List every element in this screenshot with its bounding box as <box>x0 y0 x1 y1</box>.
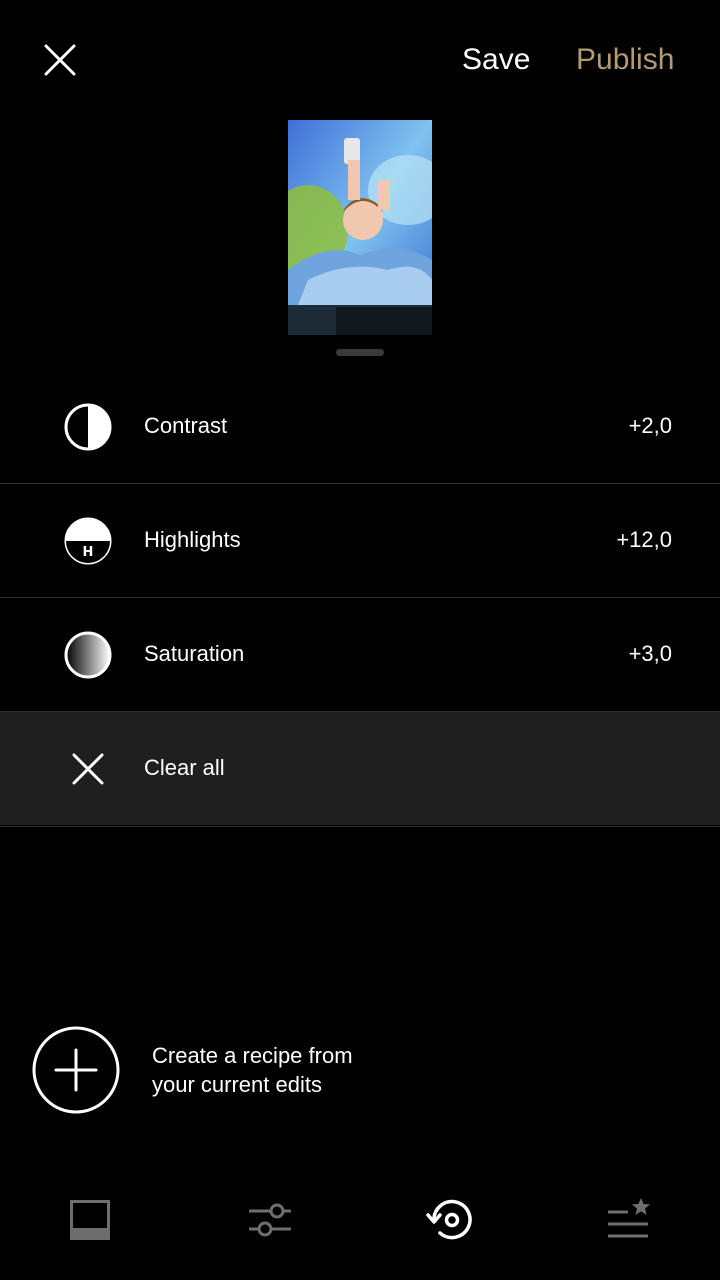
history-icon <box>426 1199 472 1240</box>
nav-presets[interactable] <box>65 1195 115 1245</box>
edit-row-highlights[interactable]: H Highlights +12,0 <box>0 484 720 597</box>
sliders-icon <box>249 1203 291 1237</box>
divider <box>0 826 720 827</box>
svg-text:H: H <box>83 545 94 560</box>
create-recipe-text[interactable]: Create a recipe from your current edits <box>152 1041 452 1099</box>
edit-row-saturation[interactable]: Saturation +3,0 <box>0 598 720 711</box>
edit-value: +12,0 <box>616 527 672 552</box>
nav-tools[interactable] <box>245 1195 295 1245</box>
save-button[interactable]: Save <box>462 40 530 80</box>
recipes-list-icon <box>608 1198 650 1238</box>
edit-label: Saturation <box>144 641 245 666</box>
preset-square-icon <box>70 1200 110 1240</box>
edit-label: Contrast <box>144 413 228 438</box>
photo-preview[interactable] <box>288 120 432 335</box>
nav-recipes[interactable] <box>604 1195 654 1245</box>
edit-row-contrast[interactable]: Contrast +2,0 <box>0 370 720 483</box>
plus-icon <box>32 1026 120 1114</box>
clear-all-button[interactable]: Clear all <box>0 712 720 825</box>
clear-all-label: Clear all <box>144 755 225 780</box>
edit-value: +2,0 <box>628 413 672 438</box>
recipe-line-2: your current edits <box>152 1072 322 1097</box>
publish-button[interactable]: Publish <box>576 40 674 80</box>
contrast-icon <box>64 403 112 451</box>
close-button[interactable] <box>36 36 84 84</box>
create-recipe-button[interactable] <box>32 1026 120 1114</box>
edit-value: +3,0 <box>628 641 672 666</box>
drag-handle[interactable] <box>336 349 384 356</box>
saturation-icon <box>64 631 112 679</box>
close-icon <box>72 753 104 785</box>
highlights-icon: H <box>64 517 112 565</box>
edit-label: Highlights <box>144 527 241 552</box>
recipe-line-1: Create a recipe from <box>152 1043 353 1068</box>
close-icon <box>44 44 76 76</box>
nav-history[interactable] <box>426 1195 476 1245</box>
